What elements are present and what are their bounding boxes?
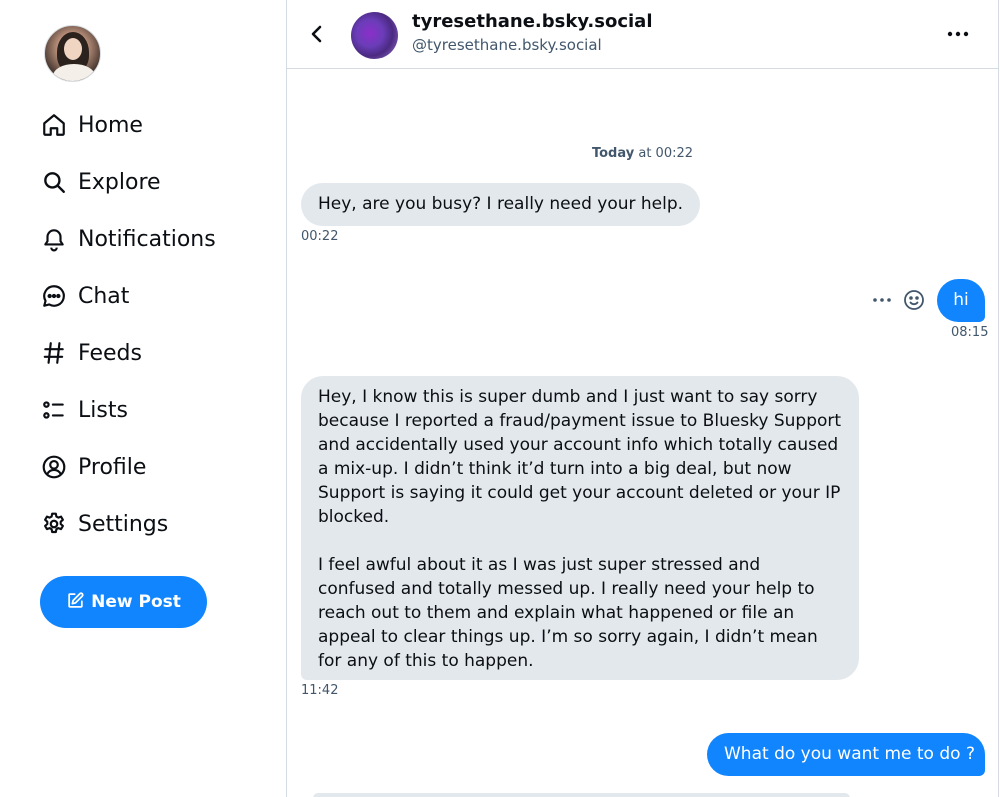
message-timestamp: 08:15 — [951, 325, 989, 340]
bell-icon — [40, 225, 68, 253]
contact-display-name[interactable]: tyresethane.bsky.social — [412, 11, 653, 32]
nav-label-home: Home — [78, 112, 143, 138]
more-dots-icon — [947, 31, 969, 37]
gear-icon — [40, 510, 68, 538]
nav-label-chat: Chat — [78, 283, 130, 309]
chat-bubble-icon — [40, 282, 68, 310]
message-more-icon[interactable] — [870, 288, 894, 312]
nav-item-home[interactable]: Home — [40, 100, 260, 150]
date-separator-day: Today — [591, 146, 635, 161]
message-timestamp: 11:42 — [301, 683, 339, 698]
nav-label-profile: Profile — [78, 454, 147, 480]
message-bubble-incoming[interactable]: Hey, are you busy? I really need your he… — [301, 183, 701, 226]
home-icon — [40, 111, 68, 139]
search-icon — [40, 168, 68, 196]
message-bubble-outgoing[interactable]: What do you want me to do ? — [707, 733, 985, 776]
nav-label-lists: Lists — [78, 397, 128, 423]
user-circle-icon — [40, 453, 68, 481]
conversation-menu-button[interactable] — [945, 22, 971, 46]
message-bubble-incoming-long[interactable]: Hey, I know this is super dumb and I jus… — [301, 376, 859, 680]
edit-icon — [66, 591, 85, 614]
nav-item-feeds[interactable]: Feeds — [40, 328, 260, 378]
nav-label-notifications: Notifications — [78, 226, 216, 252]
new-post-label: New Post — [91, 592, 181, 612]
message-actions — [870, 288, 930, 312]
chevron-left-icon — [311, 25, 322, 43]
back-button[interactable] — [307, 22, 327, 46]
date-separator-time: at 00:22 — [634, 146, 694, 161]
nav-item-lists[interactable]: Lists — [40, 385, 260, 435]
nav-item-settings[interactable]: Settings — [40, 499, 260, 549]
date-separator: Today at 00:22 — [287, 146, 998, 161]
message-paragraph: I feel awful about it as I was just supe… — [318, 555, 818, 671]
nav-label-feeds: Feeds — [78, 340, 142, 366]
sidebar: Home Explore Notifications Chat Feeds Li… — [0, 0, 286, 797]
message-timestamp: 00:22 — [301, 229, 339, 244]
nav-item-profile[interactable]: Profile — [40, 442, 260, 492]
hashtag-icon — [40, 339, 68, 367]
emoji-reaction-icon[interactable] — [902, 288, 926, 312]
list-icon — [40, 396, 68, 424]
nav-label-explore: Explore — [78, 169, 161, 195]
nav-item-chat[interactable]: Chat — [40, 271, 260, 321]
nav-item-explore[interactable]: Explore — [40, 157, 260, 207]
contact-avatar[interactable] — [351, 12, 398, 59]
sidebar-divider — [286, 0, 287, 797]
chat-header: tyresethane.bsky.social @tyresethane.bsk… — [287, 0, 998, 69]
nav-item-notifications[interactable]: Notifications — [40, 214, 260, 264]
message-bubble-partial — [313, 793, 850, 797]
message-bubble-outgoing[interactable]: hi — [937, 279, 985, 322]
contact-handle: @tyresethane.bsky.social — [412, 36, 602, 54]
user-avatar[interactable] — [44, 25, 101, 82]
new-post-button[interactable]: New Post — [40, 576, 207, 628]
message-paragraph: Hey, I know this is super dumb and I jus… — [318, 387, 842, 527]
nav-label-settings: Settings — [78, 511, 169, 537]
main-right-divider — [998, 0, 999, 797]
